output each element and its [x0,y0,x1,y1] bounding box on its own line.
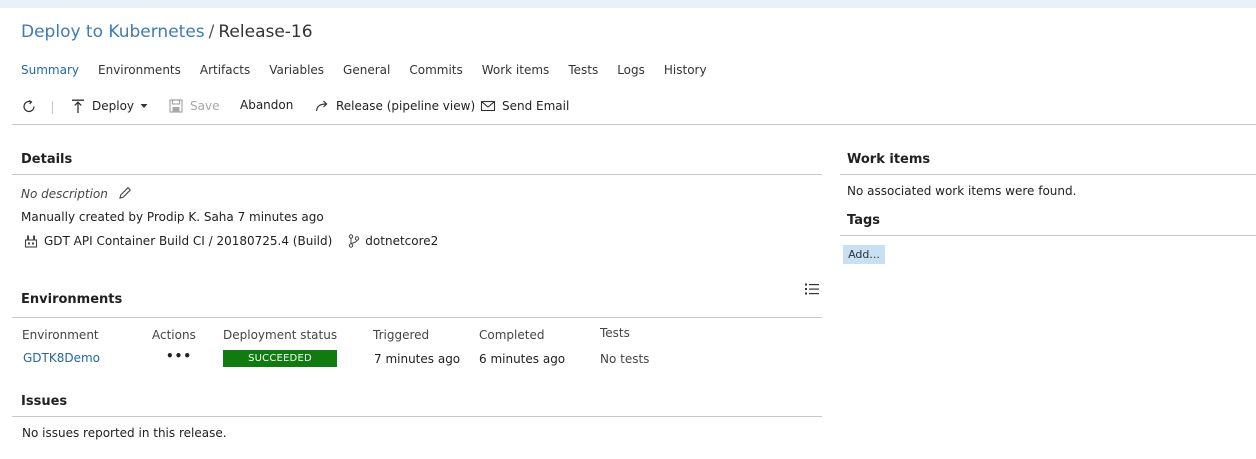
issues-title: Issues [21,394,68,409]
release-description: No description [21,186,132,201]
col-deployment-status: Deployment status [223,328,338,342]
branch-icon [348,234,360,248]
tab-environments[interactable]: Environments [98,63,181,77]
issues-message: No issues reported in this release. [22,426,227,440]
save-label: Save [190,99,220,113]
release-pipeline-view-label: Release (pipeline view) [336,99,476,113]
tab-summary[interactable]: Summary [21,63,79,77]
top-strip [0,0,1256,8]
breadcrumb-separator: / [208,22,215,42]
work-items-title: Work items [847,152,931,167]
environment-link[interactable]: GDTK8Demo [23,351,100,365]
tab-tests[interactable]: Tests [568,63,598,77]
details-title: Details [21,152,73,167]
work-items-divider [840,174,1256,175]
toolbar: Deploy Save Abandon Release (pipeline vi… [12,92,1256,125]
deploy-button[interactable]: Deploy [70,98,148,114]
save-icon [168,98,184,114]
tab-logs[interactable]: Logs [617,63,645,77]
list-view-icon[interactable] [804,282,820,296]
tags-divider [840,235,1256,236]
refresh-icon [21,98,37,114]
breadcrumb: Deploy to Kubernetes / Release-16 [21,22,313,42]
col-actions: Actions [152,328,196,342]
description-text: No description [21,187,108,201]
col-completed: Completed [479,328,545,342]
environments-divider [12,317,822,318]
deploy-label: Deploy [92,99,135,113]
deploy-icon [70,98,86,114]
tab-work-items[interactable]: Work items [482,63,550,77]
add-tag-button[interactable]: Add... [843,245,885,264]
toolbar-divider [52,101,53,114]
triggered-value: 7 minutes ago [374,352,461,366]
col-tests: Tests [600,326,630,340]
artifact-text: GDT API Container Build CI / 20180725.4 … [44,234,333,248]
issues-divider [12,416,822,417]
completed-value: 6 minutes ago [479,352,566,366]
mail-icon [480,98,496,114]
redo-arrow-icon [314,98,330,114]
tags-title: Tags [847,213,881,228]
tab-commits[interactable]: Commits [409,63,462,77]
branch-text: dotnetcore2 [365,234,439,248]
col-environment: Environment [22,328,99,342]
status-badge: SUCCEEDED [223,350,337,367]
artifact-row: GDT API Container Build CI / 20180725.4 … [24,234,438,248]
edit-pencil-icon[interactable] [118,186,132,200]
abandon-button[interactable]: Abandon [240,98,293,112]
more-actions-button[interactable]: ••• [166,349,192,363]
chevron-down-icon [140,102,148,110]
release-pipeline-view-button[interactable]: Release (pipeline view) [314,98,475,114]
tests-value: No tests [600,352,650,366]
breadcrumb-release: Release-16 [218,22,313,42]
send-email-button[interactable]: Send Email [480,98,569,114]
tab-general[interactable]: General [343,63,390,77]
details-divider [12,174,822,175]
work-items-message: No associated work items were found. [847,184,1077,198]
abandon-label: Abandon [240,98,294,112]
save-button[interactable]: Save [168,98,219,114]
tab-variables[interactable]: Variables [269,63,324,77]
environments-title: Environments [21,292,123,307]
col-triggered: Triggered [373,328,430,342]
created-by-text: Manually created by Prodip K. Saha 7 min… [21,210,324,224]
build-icon [24,234,38,248]
tab-bar: Summary Environments Artifacts Variables… [21,63,707,77]
tab-artifacts[interactable]: Artifacts [200,63,250,77]
send-email-label: Send Email [502,99,570,113]
tab-history[interactable]: History [664,63,707,77]
refresh-button[interactable] [21,98,37,114]
breadcrumb-pipeline-link[interactable]: Deploy to Kubernetes [21,22,205,42]
